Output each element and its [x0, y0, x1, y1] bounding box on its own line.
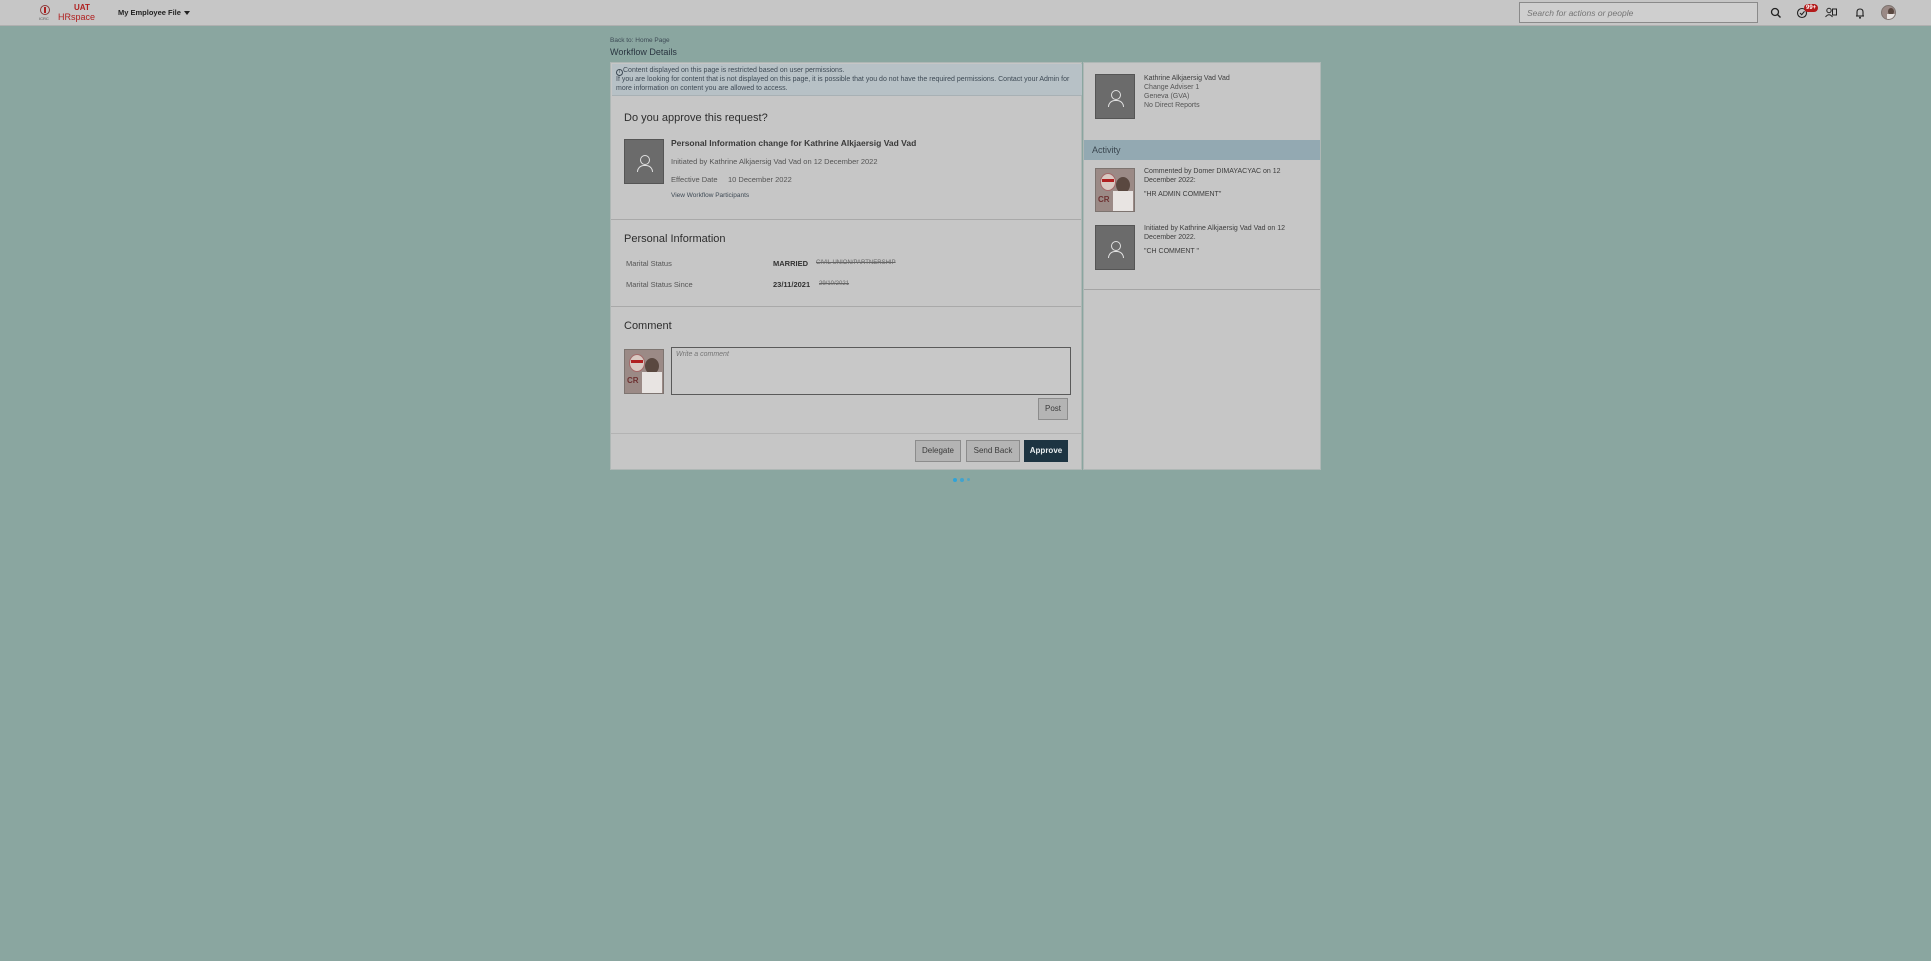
activity-initiator-avatar-placeholder: [1095, 225, 1135, 270]
activity-item-text: Initiated by Kathrine Alkjaersig Vad Vad…: [1144, 225, 1285, 241]
delegate-button[interactable]: Delegate: [915, 440, 961, 462]
back-to-home-link[interactable]: Back to: Home Page: [610, 37, 670, 44]
notice-line-1: Content displayed on this page is restri…: [623, 67, 845, 74]
user-avatar[interactable]: [1881, 5, 1896, 20]
company-logo[interactable]: ICRC UAT HRspace: [38, 3, 96, 23]
icrc-seal-icon: [40, 5, 50, 15]
commenter-avatar: CR: [624, 349, 664, 394]
section-divider: [611, 306, 1081, 307]
request-title: Personal Information change for Kathrine…: [671, 138, 917, 148]
logo-small-text: ICRC: [39, 16, 49, 21]
marital-status-since-old-value: 29/10/2021: [819, 281, 850, 287]
activity-item-quote: "CH COMMENT ": [1144, 248, 1200, 255]
employee-reports: No Direct Reports: [1144, 102, 1200, 109]
logo-uat-text: UAT: [74, 3, 90, 12]
employee-name[interactable]: Kathrine Alkjaersig Vad Vad: [1144, 75, 1230, 84]
effective-date-label: Effective Date: [671, 175, 718, 184]
approve-question-heading: Do you approve this request?: [624, 112, 768, 124]
activity-item-quote: "HR ADMIN COMMENT": [1144, 191, 1222, 198]
my-employee-file-menu[interactable]: My Employee File: [118, 8, 190, 17]
employee-avatar-placeholder: [1095, 74, 1135, 119]
activity-commenter-avatar: CR: [1095, 168, 1135, 212]
marital-status-new-value: MARRIED: [773, 259, 808, 268]
activity-heading: Activity: [1084, 140, 1320, 160]
requester-avatar-placeholder: [624, 139, 664, 184]
info-icon: i: [616, 69, 623, 76]
notification-count-badge: 99+: [1804, 4, 1819, 12]
top-navigation-bar: ICRC UAT HRspace My Employee File 99+: [0, 0, 1931, 26]
loading-dot: [960, 478, 964, 482]
workflow-main-card: i Content displayed on this page is restr…: [610, 62, 1082, 470]
employee-location: Geneva (GVA): [1144, 93, 1190, 100]
logo-hrspace-text: HRspace: [58, 12, 96, 22]
activity-item-text: Commented by Domer DIMAYACYAC on 12 Dece…: [1144, 168, 1281, 184]
caret-down-icon: [183, 11, 190, 16]
post-button[interactable]: Post: [1038, 398, 1068, 420]
search-input[interactable]: [1519, 2, 1758, 23]
comment-heading: Comment: [624, 320, 672, 332]
marital-status-label: Marital Status: [626, 259, 672, 268]
loading-dot: [967, 478, 970, 481]
side-panel: Kathrine Alkjaersig Vad Vad Change Advis…: [1083, 62, 1321, 470]
employee-role: Change Adviser 1: [1144, 84, 1200, 91]
request-initiated-text: Initiated by Kathrine Alkjaersig Vad Vad…: [671, 157, 878, 166]
marital-status-old-value: CIVIL UNION/PARTNERSHIP: [816, 260, 896, 266]
people-icon[interactable]: [1824, 6, 1838, 20]
menu-label: My Employee File: [118, 8, 181, 17]
bell-icon[interactable]: [1853, 6, 1867, 20]
marital-status-since-new-value: 23/11/2021: [773, 280, 811, 289]
approve-button[interactable]: Approve: [1024, 440, 1068, 462]
page-title: Workflow Details: [610, 47, 677, 57]
view-workflow-participants-link[interactable]: View Workflow Participants: [671, 192, 749, 199]
footer-divider: [611, 433, 1081, 434]
section-divider: [611, 219, 1081, 220]
permission-notice: i Content displayed on this page is restr…: [612, 64, 1082, 96]
search-icon[interactable]: [1769, 6, 1783, 20]
send-back-button[interactable]: Send Back: [966, 440, 1020, 462]
notice-line-2: If you are looking for content that is n…: [616, 76, 1070, 92]
comment-textarea[interactable]: [671, 347, 1071, 395]
marital-status-since-label: Marital Status Since: [626, 280, 693, 289]
personal-information-heading: Personal Information: [624, 233, 726, 245]
loading-dot: [953, 478, 957, 482]
effective-date-value: 10 December 2022: [728, 175, 792, 184]
side-panel-top: Kathrine Alkjaersig Vad Vad Change Advis…: [1084, 63, 1320, 290]
